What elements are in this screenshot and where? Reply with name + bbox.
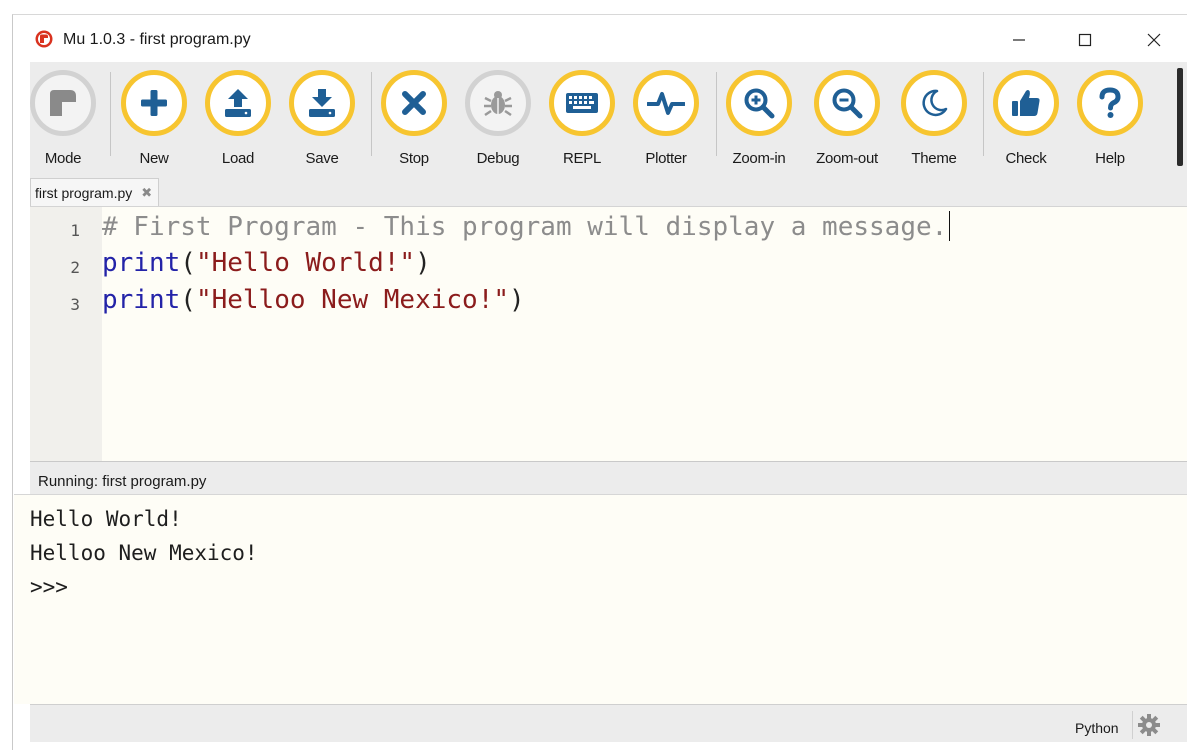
repl-button[interactable]: REPL — [546, 68, 624, 174]
window-title: Mu 1.0.3 - first program.py — [63, 31, 251, 48]
output-console[interactable]: Hello World! Helloo New Mexico! >>> — [14, 494, 1187, 704]
code-string: "Helloo New Mexico!" — [195, 285, 510, 315]
toolbar: Mode New Load Save Stop Debug REPL Plott… — [30, 62, 1187, 176]
bug-icon — [484, 91, 512, 117]
plus-icon — [141, 90, 167, 116]
tab-close-icon[interactable]: ✖ — [141, 185, 152, 201]
code-comment: # First Program - This program will disp… — [102, 212, 948, 242]
minimize-icon — [1013, 39, 1025, 41]
toolbar-separator — [716, 72, 717, 156]
thumbs-up-icon — [1012, 90, 1040, 116]
save-button[interactable]: Save — [286, 68, 364, 174]
check-button[interactable]: Check — [990, 68, 1068, 174]
code-editor[interactable]: 1 # First Program - This program will di… — [30, 206, 1187, 461]
maximize-icon — [1078, 33, 1092, 47]
toolbar-separator — [983, 72, 984, 156]
upload-icon — [225, 89, 251, 117]
mode-button[interactable]: Mode — [27, 68, 105, 174]
load-button[interactable]: Load — [202, 68, 280, 174]
close-window-button[interactable] — [1132, 24, 1176, 56]
code-line: 3 print("Helloo New Mexico!") — [30, 285, 524, 323]
pulse-icon — [647, 92, 685, 115]
mode-icon — [50, 90, 76, 116]
toolbar-separator — [371, 72, 372, 156]
tab-label: first program.py — [35, 184, 133, 201]
close-icon — [1147, 33, 1161, 47]
new-button[interactable]: New — [118, 68, 196, 174]
line-number: 2 — [70, 258, 80, 277]
help-button[interactable]: Help — [1074, 68, 1152, 174]
mode-indicator[interactable]: Python — [1075, 720, 1119, 736]
running-label: Running: first program.py — [38, 473, 207, 490]
stop-button[interactable]: Stop — [378, 68, 456, 174]
code-keyword: print — [102, 285, 181, 315]
output-pane-header: Running: first program.py — [30, 461, 1187, 494]
tab-first-program[interactable]: first program.py ✖ — [30, 178, 160, 206]
minimize-button[interactable] — [997, 24, 1041, 56]
title-bar: Mu 1.0.3 - first program.py — [14, 18, 1187, 62]
status-bar: Python — [30, 704, 1187, 742]
maximize-button[interactable] — [1063, 24, 1107, 56]
zoom-out-icon — [832, 88, 863, 119]
theme-button[interactable]: Theme — [898, 68, 976, 174]
line-number: 1 — [70, 221, 80, 240]
tab-bar: first program.py ✖ — [30, 176, 1187, 206]
output-line: Hello World! — [30, 507, 182, 531]
toolbar-separator — [110, 72, 111, 156]
settings-button[interactable] — [1132, 711, 1165, 739]
mu-logo-icon — [35, 30, 53, 48]
keyboard-icon — [566, 93, 598, 113]
zoom-out-button[interactable]: Zoom-out — [811, 68, 889, 174]
code-string: "Hello World!" — [195, 248, 416, 278]
code-line: 2 print("Hello World!") — [30, 248, 430, 286]
code-line: 1 # First Program - This program will di… — [30, 211, 951, 249]
zoom-in-icon — [744, 88, 775, 119]
toolbar-scrollbar[interactable] — [1177, 68, 1183, 166]
plotter-button[interactable]: Plotter — [630, 68, 708, 174]
debug-button[interactable]: Debug — [462, 68, 540, 174]
zoom-in-button[interactable]: Zoom-in — [723, 68, 801, 174]
x-icon — [402, 91, 426, 115]
mu-editor-window: Mu 1.0.3 - first program.py Mode New Loa… — [0, 0, 1187, 750]
moon-icon — [922, 89, 948, 117]
question-icon — [1099, 87, 1121, 118]
output-line: Helloo New Mexico! — [30, 541, 258, 565]
download-icon — [309, 89, 335, 117]
text-cursor — [949, 211, 951, 241]
line-number: 3 — [70, 295, 80, 314]
code-keyword: print — [102, 248, 181, 278]
prompt-line: >>> — [30, 575, 68, 599]
gear-icon — [1138, 714, 1160, 736]
